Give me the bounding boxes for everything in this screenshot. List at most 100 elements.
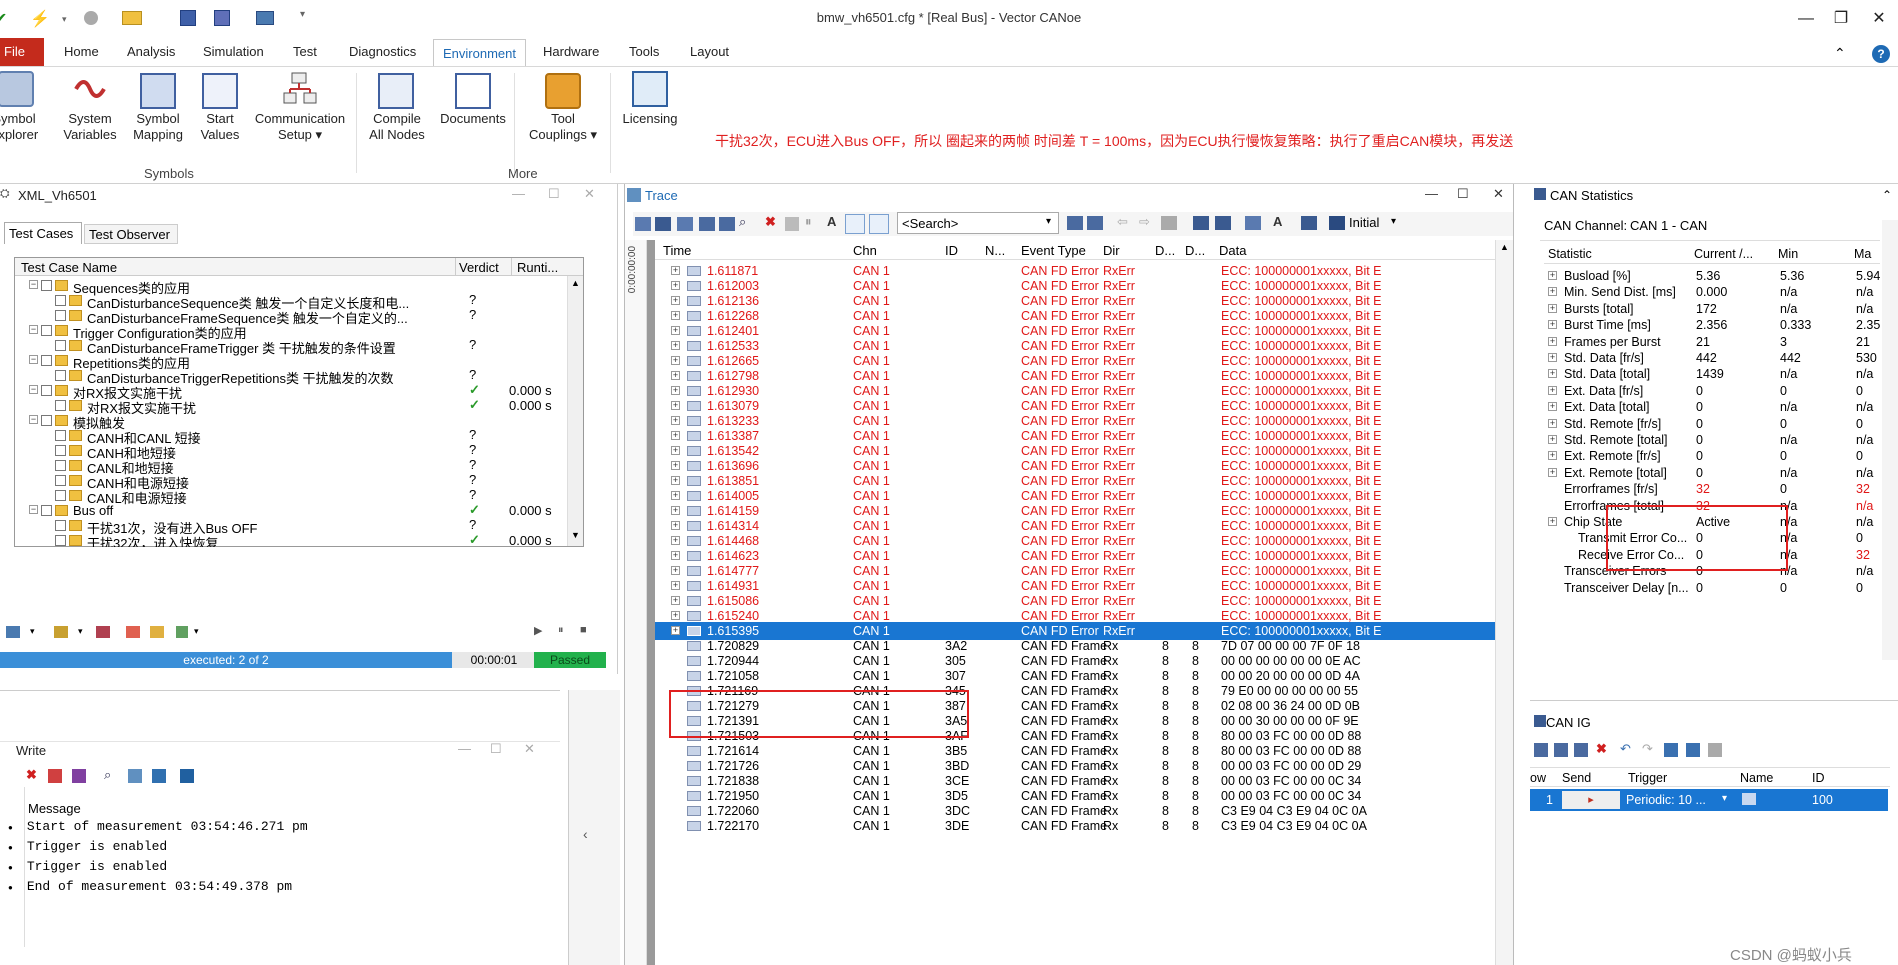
checkbox[interactable] <box>41 280 52 291</box>
expand-icon[interactable]: + <box>1548 369 1557 379</box>
expand-icon[interactable]: + <box>671 341 680 350</box>
checkbox[interactable] <box>55 430 66 441</box>
expand-icon[interactable]: + <box>671 296 680 305</box>
toggle-icon[interactable] <box>845 214 865 234</box>
expand-icon[interactable]: + <box>671 446 680 455</box>
expand-icon[interactable]: − <box>29 505 38 514</box>
font-icon[interactable]: A <box>1273 214 1282 229</box>
toolbar-icon[interactable] <box>1554 743 1568 757</box>
timeline-splitter[interactable] <box>647 240 655 965</box>
expand-icon[interactable]: + <box>1548 517 1557 526</box>
row-trigger[interactable]: Periodic: 10 ... <box>1626 793 1706 807</box>
checkbox[interactable] <box>55 295 66 306</box>
trace-maximize[interactable]: ☐ <box>1457 186 1469 202</box>
tool-couplings-button[interactable]: Tool Couplings ▾ <box>522 71 604 143</box>
collapse-ribbon-icon[interactable]: ⌃ <box>1834 45 1846 62</box>
expand-icon[interactable]: + <box>671 491 680 500</box>
col-dir[interactable]: Dir <box>1103 243 1120 258</box>
toolbar-icon[interactable] <box>677 217 693 231</box>
communication-setup-button[interactable]: Communication Setup ▾ <box>254 71 346 143</box>
dropdown-icon[interactable]: ▾ <box>194 626 199 637</box>
toolbar-icon[interactable] <box>1574 743 1588 757</box>
expand-icon[interactable]: + <box>1548 385 1557 395</box>
expand-icon[interactable]: + <box>671 431 680 440</box>
close-button[interactable]: ✕ <box>1858 6 1898 32</box>
checkbox[interactable] <box>41 385 52 396</box>
menu-hardware[interactable]: Hardware <box>543 44 599 64</box>
clear-icon[interactable]: ✖ <box>26 767 37 783</box>
expand-icon[interactable]: + <box>671 356 680 365</box>
play-icon[interactable]: ▶ <box>534 624 542 637</box>
expand-icon[interactable]: + <box>1548 287 1557 297</box>
search-prev-icon[interactable] <box>1087 216 1103 230</box>
expand-icon[interactable]: + <box>671 506 680 515</box>
pause-icon[interactable]: ⏸ <box>558 624 564 637</box>
timeline-strip[interactable]: 0:00:00:00 <box>625 240 647 965</box>
expand-icon[interactable]: + <box>671 416 680 425</box>
checkbox[interactable] <box>41 355 52 366</box>
chevron-down-icon[interactable]: ▾ <box>1046 216 1051 227</box>
toolbar-icon[interactable] <box>54 626 68 638</box>
symbol-explorer-button[interactable]: Symbol Explorer <box>0 71 44 143</box>
expand-icon[interactable]: + <box>671 596 680 605</box>
symbol-mapping-button[interactable]: Symbol Mapping <box>130 71 186 143</box>
help-icon[interactable]: ? <box>1872 45 1890 63</box>
expand-icon[interactable]: + <box>671 311 680 320</box>
checkbox[interactable] <box>55 400 66 411</box>
clear-icon[interactable]: ✖ <box>765 214 776 230</box>
expand-icon[interactable]: + <box>671 521 680 530</box>
expand-icon[interactable]: + <box>1548 402 1557 412</box>
dropdown-icon[interactable]: ▾ <box>30 626 35 637</box>
col-statistic[interactable]: Statistic <box>1548 247 1592 261</box>
toolbar-icon[interactable] <box>150 626 164 638</box>
restore-button[interactable]: ❐ <box>1820 6 1862 32</box>
stats-row[interactable]: Transceiver Delay [n... 0 0 0 <box>1544 578 1880 598</box>
toolbar-icon[interactable] <box>1161 216 1177 230</box>
col-max[interactable]: Ma <box>1854 247 1871 261</box>
write-minimize[interactable]: — <box>458 741 471 756</box>
test-tree-item[interactable]: 干扰32次，进入快恢复 ✓ 0.000 s <box>15 532 567 547</box>
licensing-button[interactable]: Licensing <box>616 71 684 127</box>
expand-icon[interactable]: − <box>29 325 38 334</box>
test-panel-minimize[interactable]: — <box>512 186 525 201</box>
col-current[interactable]: Current /... <box>1694 247 1753 261</box>
toolbar-icon[interactable] <box>1301 216 1317 230</box>
trace-row[interactable]: 1.722170 CAN 1 3DE CAN FD Frame Rx 8 8 C3 E9 04… <box>655 817 1495 835</box>
checkbox[interactable] <box>55 370 66 381</box>
menu-simulation[interactable]: Simulation <box>203 44 264 64</box>
delete-icon[interactable]: ✖ <box>1596 741 1607 757</box>
copy-icon[interactable] <box>128 769 142 783</box>
search-next-icon[interactable] <box>1067 216 1083 230</box>
col-event-type[interactable]: Event Type <box>1021 243 1086 258</box>
trace-minimize[interactable]: — <box>1425 186 1438 201</box>
col-data[interactable]: Data <box>1219 243 1246 258</box>
checkbox[interactable] <box>41 505 52 516</box>
expand-icon[interactable]: + <box>671 266 680 275</box>
col-time[interactable]: Time <box>663 243 691 258</box>
toolbar-icon[interactable] <box>1534 743 1548 757</box>
stats-scrollbar[interactable] <box>1882 220 1898 660</box>
checkbox[interactable] <box>55 460 66 471</box>
expand-icon[interactable]: + <box>671 461 680 470</box>
write-close[interactable]: ✕ <box>524 741 535 757</box>
col-test-case-name[interactable]: Test Case Name <box>21 260 117 275</box>
scroll-left-icon[interactable]: ‹ <box>583 826 588 842</box>
chevron-down-icon[interactable]: ▾ <box>1391 216 1396 227</box>
expand-icon[interactable]: + <box>1548 451 1557 461</box>
collapse-icon[interactable]: ⌃ <box>1882 188 1892 202</box>
checkbox[interactable] <box>55 535 66 546</box>
expand-icon[interactable]: + <box>671 611 680 620</box>
col-dlc[interactable]: D... <box>1155 243 1175 258</box>
stop-square-icon[interactable]: ■ <box>580 624 587 636</box>
col-name[interactable]: N... <box>985 243 1005 258</box>
trace-close[interactable]: ✕ <box>1493 186 1504 202</box>
expand-icon[interactable]: + <box>671 386 680 395</box>
dropdown-icon[interactable]: ▾ <box>78 626 83 637</box>
toolbar-icon[interactable] <box>126 626 140 638</box>
toolbar-icon[interactable] <box>655 217 671 231</box>
menu-analysis[interactable]: Analysis <box>127 44 175 64</box>
layout-label[interactable]: Initial <box>1349 215 1379 230</box>
col-chn[interactable]: Chn <box>853 243 877 258</box>
checkbox[interactable] <box>55 445 66 456</box>
menu-file[interactable]: File <box>0 38 44 66</box>
